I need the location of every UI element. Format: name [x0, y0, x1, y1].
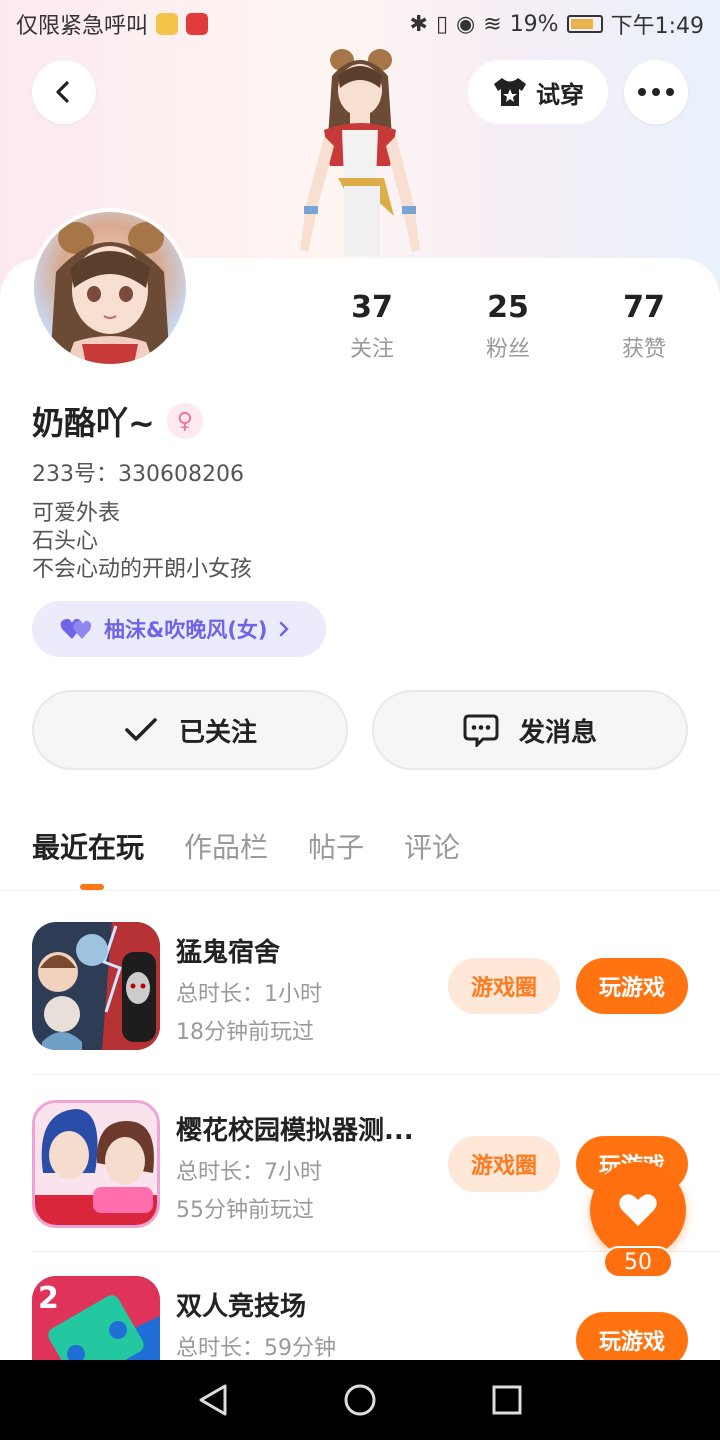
game-duration: 总时长：59分钟	[176, 1336, 336, 1361]
game-icon	[32, 1100, 160, 1228]
heart-icon	[619, 1194, 657, 1226]
profile-stats: 37 关注 25 粉丝 77 获赞	[304, 290, 712, 363]
app-notification-icon	[186, 13, 209, 35]
svg-text:2: 2	[38, 1281, 59, 1316]
game-duration: 总时长：7小时	[176, 1160, 322, 1185]
profile-name-row: 奶酪吖~ ♀	[32, 398, 203, 444]
stat-value: 77	[623, 290, 665, 325]
game-title: 猛鬼宿舍	[176, 938, 281, 968]
bio-line: 可爱外表	[32, 501, 121, 526]
user-name: 奶酪吖~	[32, 404, 155, 442]
stat-followers[interactable]: 25 粉丝	[440, 290, 576, 363]
character-avatar-figure	[300, 49, 420, 256]
stat-value: 25	[487, 290, 529, 325]
tab-works[interactable]: 作品栏	[184, 826, 268, 866]
tab-comments[interactable]: 评论	[404, 826, 460, 866]
user-id: 233号：330608206	[32, 462, 244, 487]
try-on-button[interactable]: 试穿	[468, 60, 608, 124]
chevron-left-icon	[56, 81, 69, 103]
stat-value: 37	[351, 290, 393, 325]
game-circle-button[interactable]: 游戏圈	[448, 1136, 560, 1192]
stat-label: 粉丝	[485, 337, 530, 362]
cp-relationship-pill[interactable]: 柚沫&吹晚风(女)	[32, 601, 326, 657]
wifi-icon: ≋	[483, 11, 502, 37]
message-button[interactable]: 发消息	[372, 690, 688, 770]
shirt-icon	[494, 78, 526, 106]
more-button[interactable]	[624, 60, 688, 124]
game-icon	[32, 922, 160, 1050]
stat-likes[interactable]: 77 获赞	[576, 290, 712, 363]
double-heart-icon	[60, 618, 92, 639]
game-circle-button[interactable]: 游戏圈	[448, 958, 560, 1014]
play-game-button[interactable]: 玩游戏	[576, 958, 688, 1014]
game-list-item[interactable]: 猛鬼宿舍 总时长：1小时 18分钟前玩过 游戏圈 玩游戏	[32, 922, 688, 1050]
follow-label: 已关注	[178, 717, 257, 748]
app-notification-icon	[156, 13, 179, 35]
female-gender-icon: ♀	[166, 403, 203, 439]
game-title: 樱花校园模拟器测...	[176, 1116, 414, 1146]
like-count: 50	[603, 1246, 673, 1278]
game-duration: 总时长：1小时	[176, 982, 322, 1007]
check-icon	[125, 718, 157, 741]
stat-label: 关注	[349, 337, 394, 362]
profile-tabs: 最近在玩 作品栏 帖子 评论	[32, 826, 460, 866]
game-last-played: 55分钟前玩过	[176, 1198, 314, 1223]
divider	[32, 1074, 720, 1075]
avatar-image	[50, 222, 170, 364]
bio-line: 不会心动的开朗小女孩	[32, 557, 253, 582]
vibrate-icon: ▯	[435, 11, 449, 37]
notification-text: 仅限紧急呼叫	[16, 14, 149, 39]
chat-bubble-icon	[463, 714, 499, 747]
battery-icon	[566, 15, 603, 33]
like-button[interactable]	[590, 1162, 686, 1258]
try-on-label: 试穿	[536, 80, 584, 109]
tab-posts[interactable]: 帖子	[308, 826, 364, 866]
bluetooth-icon: ✱	[409, 11, 428, 37]
user-bio: 可爱外表 石头心 不会心动的开朗小女孩	[32, 500, 252, 584]
follow-button[interactable]: 已关注	[32, 690, 348, 770]
nav-recents-icon[interactable]	[491, 1384, 523, 1416]
divider	[0, 890, 720, 891]
eye-icon: ◉	[456, 11, 476, 37]
chevron-right-icon	[279, 621, 289, 637]
stat-label: 获赞	[621, 337, 666, 362]
stat-following[interactable]: 37 关注	[304, 290, 440, 363]
game-title: 双人竞技场	[176, 1292, 307, 1322]
battery-percent: 19%	[509, 11, 559, 37]
game-last-played: 18分钟前玩过	[176, 1020, 314, 1045]
status-bar: 仅限紧急呼叫 ✱ ▯ ◉ ≋ 19% 下午1:49	[0, 0, 720, 48]
clock: 下午1:49	[610, 14, 704, 39]
nav-home-icon[interactable]	[343, 1383, 377, 1417]
message-label: 发消息	[518, 717, 597, 748]
bio-line: 石头心	[32, 529, 99, 554]
cp-label: 柚沫&吹晚风(女)	[104, 618, 268, 642]
nav-back-icon[interactable]	[197, 1383, 229, 1417]
avatar[interactable]	[30, 208, 190, 368]
more-dots-icon	[638, 88, 674, 96]
tab-recently-played[interactable]: 最近在玩	[32, 826, 144, 866]
back-button[interactable]	[32, 60, 96, 124]
system-navigation-bar	[0, 1360, 720, 1440]
